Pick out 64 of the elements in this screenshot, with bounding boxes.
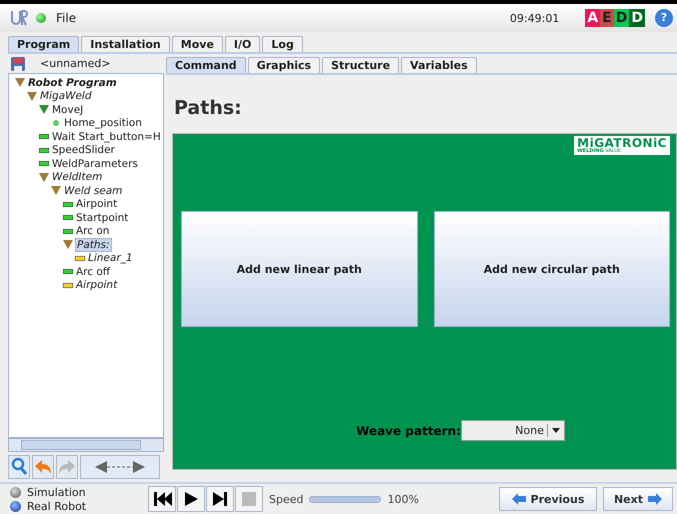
left-arrow-icon <box>512 493 526 505</box>
tree-node[interactable]: Arc off <box>75 266 112 278</box>
caret-icon <box>552 428 560 433</box>
mode-radio[interactable] <box>10 500 21 512</box>
tree-node[interactable]: Paths: <box>75 238 112 252</box>
add-path-button[interactable]: Add new linear path <box>181 211 418 327</box>
undo-icon[interactable] <box>32 455 54 479</box>
robot-logo-icon <box>10 9 28 27</box>
main-tab[interactable]: Log <box>262 36 303 52</box>
speed-label: Speed <box>269 492 304 506</box>
sub-tab[interactable]: Graphics <box>248 57 320 73</box>
clock-text: 09:49:01 <box>510 12 560 24</box>
tree-node[interactable]: WeldItem <box>51 171 104 184</box>
next-button[interactable]: Next <box>602 487 673 511</box>
status-letter: E <box>600 9 614 27</box>
mode-label: Real Robot <box>27 500 86 512</box>
speed-reading: 100% <box>387 492 419 506</box>
command-icon <box>63 269 73 274</box>
mode-label: Simulation <box>27 486 86 498</box>
weave-label: Weave pattern: <box>356 424 461 438</box>
dot-icon <box>53 120 59 126</box>
main-tab[interactable]: Installation <box>81 36 170 52</box>
tree-node[interactable]: Startpoint <box>75 212 130 224</box>
tree-node[interactable]: Airpoint <box>75 198 118 210</box>
add-path-button[interactable]: Add new circular path <box>434 211 670 327</box>
triangle-icon[interactable] <box>63 240 73 250</box>
save-icon[interactable] <box>10 56 26 72</box>
pending-command-icon <box>75 256 85 261</box>
pending-command-icon <box>63 282 73 288</box>
logo-name: MiGATRONiC <box>577 137 667 149</box>
status-letter: D <box>629 9 645 27</box>
right-arrow-icon <box>648 493 662 505</box>
main-tab[interactable]: Move <box>172 36 223 52</box>
search-icon[interactable] <box>8 455 30 479</box>
tree-node[interactable]: Home_position <box>63 117 143 130</box>
previous-button[interactable]: Previous <box>498 487 597 511</box>
tree-node[interactable]: MoveJ <box>51 104 84 116</box>
help-button[interactable]: ? <box>655 9 673 27</box>
main-tab[interactable]: I/O <box>224 36 260 52</box>
status-letter: D <box>614 9 630 27</box>
status-letter: A <box>585 9 600 27</box>
tree-node[interactable]: Wait Start_button=H <box>51 130 162 143</box>
tree-node[interactable]: MigaWeld <box>39 90 93 102</box>
rewind-icon[interactable] <box>148 486 176 512</box>
tree-node[interactable]: Arc on <box>75 225 110 238</box>
tree-node[interactable]: SpeedSlider <box>51 144 116 156</box>
weave-dropdown[interactable]: None <box>460 420 565 441</box>
step-icon[interactable] <box>206 486 234 512</box>
tree-node[interactable]: Airpoint <box>75 279 118 292</box>
sub-tab[interactable]: Command <box>166 57 246 73</box>
sub-tab[interactable]: Structure <box>322 57 400 73</box>
page-title: Paths: <box>174 97 243 119</box>
tree-node[interactable]: Weld seam <box>63 184 124 197</box>
status-light-icon <box>36 13 46 23</box>
horizontal-scrollbar[interactable] <box>8 438 164 452</box>
play-icon[interactable] <box>177 486 205 512</box>
mode-radio[interactable] <box>10 486 21 498</box>
file-menu[interactable]: File <box>56 11 76 25</box>
main-tab[interactable]: Program <box>8 36 80 52</box>
program-name: <unnamed> <box>40 57 111 70</box>
tree-node[interactable]: Linear_1 <box>87 252 134 264</box>
tree-node[interactable]: WeldParameters <box>51 158 139 170</box>
sub-tab[interactable]: Variables <box>401 57 477 73</box>
tree-node[interactable]: Robot Program <box>27 76 118 89</box>
